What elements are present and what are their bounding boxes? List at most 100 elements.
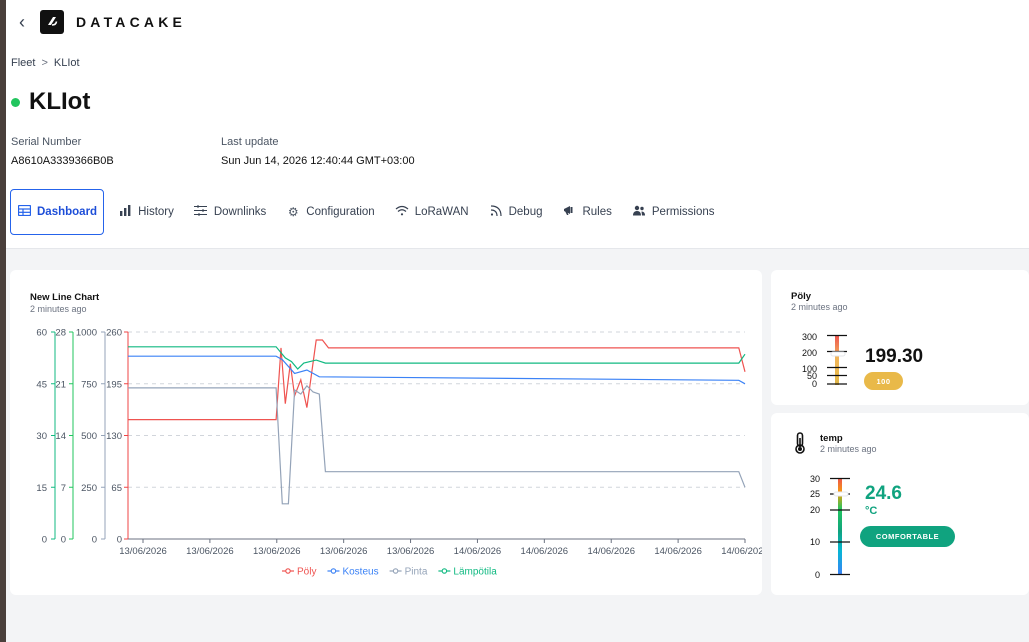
users-icon — [632, 205, 646, 219]
y-axis-tick-label: 130 — [106, 431, 122, 442]
temp-scale-10: 10 — [809, 537, 820, 547]
last-update-value: Sun Jun 14, 2026 12:40:44 GMT+03:00 — [221, 155, 415, 167]
legend-marker-dot — [441, 568, 448, 574]
tab-debug[interactable]: Debug — [483, 189, 549, 235]
tab-downlinks[interactable]: Downlinks — [188, 189, 272, 235]
y-axis-tick-label: 45 — [36, 379, 47, 390]
poly-gauge-widget: Pöly 2 minutes ago 300 200 100 50 0 199.… — [771, 270, 1029, 405]
line-chart-widget: New Line Chart 2 minutes ago 60 45 30 15 0 28… — [10, 270, 762, 595]
tab-dashboard[interactable]: Dashboard — [10, 189, 105, 235]
device-header: Fleet > KLIot KLIot Serial Number A8610A… — [6, 44, 1029, 249]
y-axis-tick-label: 500 — [81, 431, 97, 442]
serial-number-block: Serial Number A8610A3339366B0B — [11, 136, 114, 167]
x-axis-tick-label: 13/06/2026 — [387, 546, 435, 557]
temp-comfort-badge: COMFORTABLE — [860, 526, 955, 547]
temp-scale-25: 25 — [809, 489, 820, 499]
x-axis-tick-label: 13/06/2026 — [253, 546, 301, 557]
y-axis-tick-label: 250 — [81, 483, 97, 494]
top-bar: ‹ DATACAKE — [6, 0, 1029, 44]
poly-widget-title: Pöly — [791, 291, 812, 302]
rss-icon — [489, 205, 503, 219]
device-name: KLIot — [29, 88, 91, 115]
serial-number-value: A8610A3339366B0B — [11, 155, 114, 167]
y-axis-tick-label: 260 — [106, 328, 122, 339]
tab-rules-label: Rules — [582, 206, 612, 218]
series-line — [128, 384, 746, 505]
serial-number-label: Serial Number — [11, 136, 82, 148]
tab-dashboard-label: Dashboard — [37, 206, 98, 218]
y-axis-tick-label: 195 — [106, 379, 122, 390]
last-update-label: Last update — [221, 136, 279, 148]
temp-gauge-bar — [830, 477, 850, 576]
y-axis-tick-label: 750 — [81, 379, 97, 390]
y-axis-tick-label: 15 — [36, 483, 47, 494]
tab-configuration-label: Configuration — [306, 206, 375, 218]
temp-value: 24.6 — [865, 483, 902, 504]
tab-lorawan-label: LoRaWAN — [414, 206, 469, 218]
tab-debug-label: Debug — [508, 206, 543, 218]
datacake-logo-icon[interactable] — [40, 10, 64, 34]
poly-scale-200: 200 — [801, 348, 817, 358]
y-axis-tick-label: 30 — [36, 431, 47, 442]
temp-widget-title: temp — [820, 433, 843, 444]
line-chart-svg: 60 45 30 15 0 28 21 14 7 0 1000 750 500 250 0 260 195 130… — [36, 328, 762, 578]
temp-scale-20: 20 — [809, 505, 820, 515]
y-axis-tick-label: 60 — [36, 328, 47, 339]
x-axis-tick-label: 13/06/2026 — [119, 546, 167, 557]
breadcrumb-separator: > — [41, 57, 48, 69]
poly-scale-300: 300 — [801, 332, 817, 342]
bar-chart-icon — [118, 205, 132, 219]
y-axis-tick-label: 0 — [42, 535, 47, 546]
legend-marker-dot — [330, 568, 337, 574]
logo-text: DATACAKE — [76, 14, 187, 30]
last-update-block: Last update Sun Jun 14, 2026 12:40:44 GM… — [221, 136, 415, 167]
tab-configuration[interactable]: ⚙ Configuration — [280, 189, 380, 235]
x-axis-tick-label: 14/06/2026 — [587, 546, 635, 557]
y-axis-tick-label: 28 — [55, 328, 66, 339]
app-frame: ‹ DATACAKE Fleet > KLIot KLIot Serial Nu… — [6, 0, 1029, 642]
y-axis-tick-label: 1000 — [76, 328, 97, 339]
poly-level-badge: 100 — [864, 372, 903, 390]
tab-history-label: History — [138, 206, 174, 218]
y-axis-tick-label: 0 — [92, 535, 97, 546]
temp-scale-0: 0 — [814, 570, 820, 580]
tab-permissions[interactable]: Permissions — [626, 189, 721, 235]
x-axis-tick-label: 14/06/2026 — [521, 546, 569, 557]
online-status-dot — [11, 97, 20, 107]
gear-icon: ⚙ — [287, 205, 299, 219]
tab-rules[interactable]: Rules — [556, 189, 617, 235]
tab-downlinks-label: Downlinks — [213, 206, 267, 218]
breadcrumb-fleet-link[interactable]: Fleet — [11, 57, 35, 69]
back-chevron-icon[interactable]: ‹ — [10, 12, 34, 33]
x-axis-tick-label: 14/06/2026 — [654, 546, 702, 557]
tab-history[interactable]: History — [112, 189, 180, 235]
x-axis-tick-label: 14/06/2026 — [721, 546, 762, 557]
temp-unit: °C — [865, 505, 878, 517]
y-axis-tick-label: 0 — [117, 535, 122, 546]
wifi-icon — [395, 205, 409, 219]
y-axis-tick-label: 14 — [55, 431, 66, 442]
poly-widget-subtitle: 2 minutes ago — [791, 302, 848, 312]
legend-marker-dot — [392, 568, 399, 574]
y-axis-tick-label: 21 — [55, 379, 66, 390]
megaphone-icon — [562, 205, 576, 219]
sliders-icon — [194, 205, 208, 219]
poly-gauge-bar — [827, 334, 847, 385]
tab-permissions-label: Permissions — [651, 206, 715, 218]
x-axis-tick-label: 13/06/2026 — [186, 546, 234, 557]
temp-gauge-widget: temp 2 minutes ago 30 25 20 10 0 24.6 °C… — [771, 413, 1029, 595]
series-line — [128, 346, 746, 370]
page-title: KLIot — [11, 88, 90, 116]
temp-widget-subtitle: 2 minutes ago — [820, 444, 877, 454]
x-axis-tick-label: 13/06/2026 — [320, 546, 368, 557]
y-axis-tick-label: 7 — [61, 483, 66, 494]
legend-label: Pöly — [297, 567, 316, 578]
series-line — [128, 355, 746, 385]
legend-label: Kosteus — [342, 567, 378, 578]
breadcrumb: Fleet > KLIot — [11, 57, 80, 69]
tab-lorawan[interactable]: LoRaWAN — [389, 189, 475, 235]
poly-value: 199.30 — [865, 346, 924, 367]
legend-marker-dot — [285, 568, 291, 574]
table-icon — [17, 204, 31, 219]
poly-scale-0: 0 — [811, 379, 817, 389]
